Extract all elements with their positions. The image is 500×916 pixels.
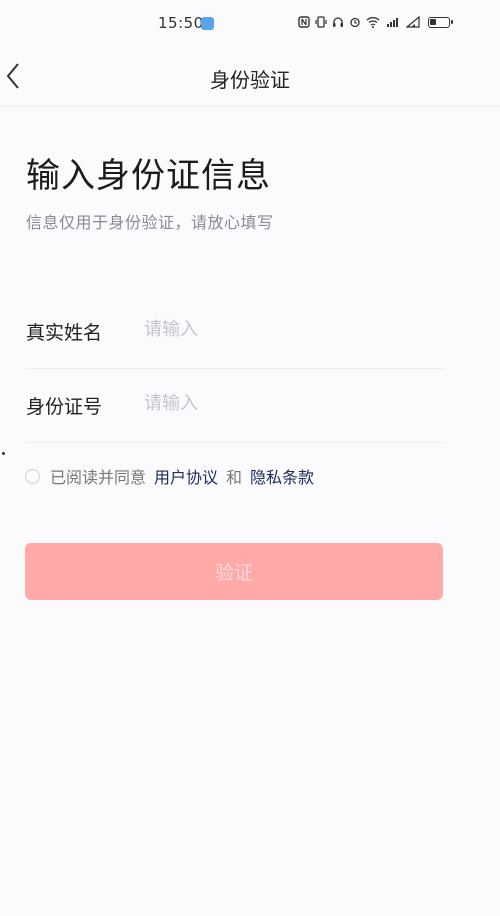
edge-dot [2, 452, 5, 455]
vibrate-icon [315, 16, 327, 32]
agreement-prefix: 已阅读并同意 [50, 468, 147, 487]
headphones-icon [332, 16, 344, 32]
status-icons [298, 15, 420, 32]
user-agreement-link[interactable]: 用户协议 [154, 464, 218, 488]
name-field-row: 真实姓名 [26, 294, 444, 369]
page-title: 身份验证 [210, 68, 290, 92]
name-label: 真实姓名 [26, 322, 103, 344]
nfc-icon [298, 16, 310, 32]
agreement-row: 已阅读并同意 用户协议 和 隐私条款 [25, 464, 322, 488]
status-bar: 15:50 [0, 0, 500, 50]
agreement-checkbox[interactable] [25, 468, 40, 484]
id-number-input[interactable] [144, 388, 434, 418]
status-time: 15:50 [158, 14, 204, 32]
privacy-policy-link[interactable]: 隐私条款 [250, 464, 314, 488]
nav-bar: 身份验证 [0, 50, 500, 107]
agreement-and: 和 [226, 468, 243, 487]
signal-icon [385, 16, 401, 32]
id-field-row: 身份证号 [26, 368, 444, 443]
alarm-icon [349, 16, 361, 32]
signal-icon [405, 15, 420, 32]
id-number-label: 身份证号 [26, 396, 103, 418]
battery-icon [428, 17, 453, 28]
wifi-icon [366, 16, 380, 32]
form-heading: 输入身份证信息 [26, 156, 271, 196]
notification-app-icon [201, 17, 214, 30]
battery-level [430, 19, 436, 25]
real-name-input[interactable] [144, 314, 434, 344]
verify-button[interactable]: 验证 [25, 543, 443, 600]
form-subheading: 信息仅用于身份验证，请放心填写 [26, 213, 274, 232]
